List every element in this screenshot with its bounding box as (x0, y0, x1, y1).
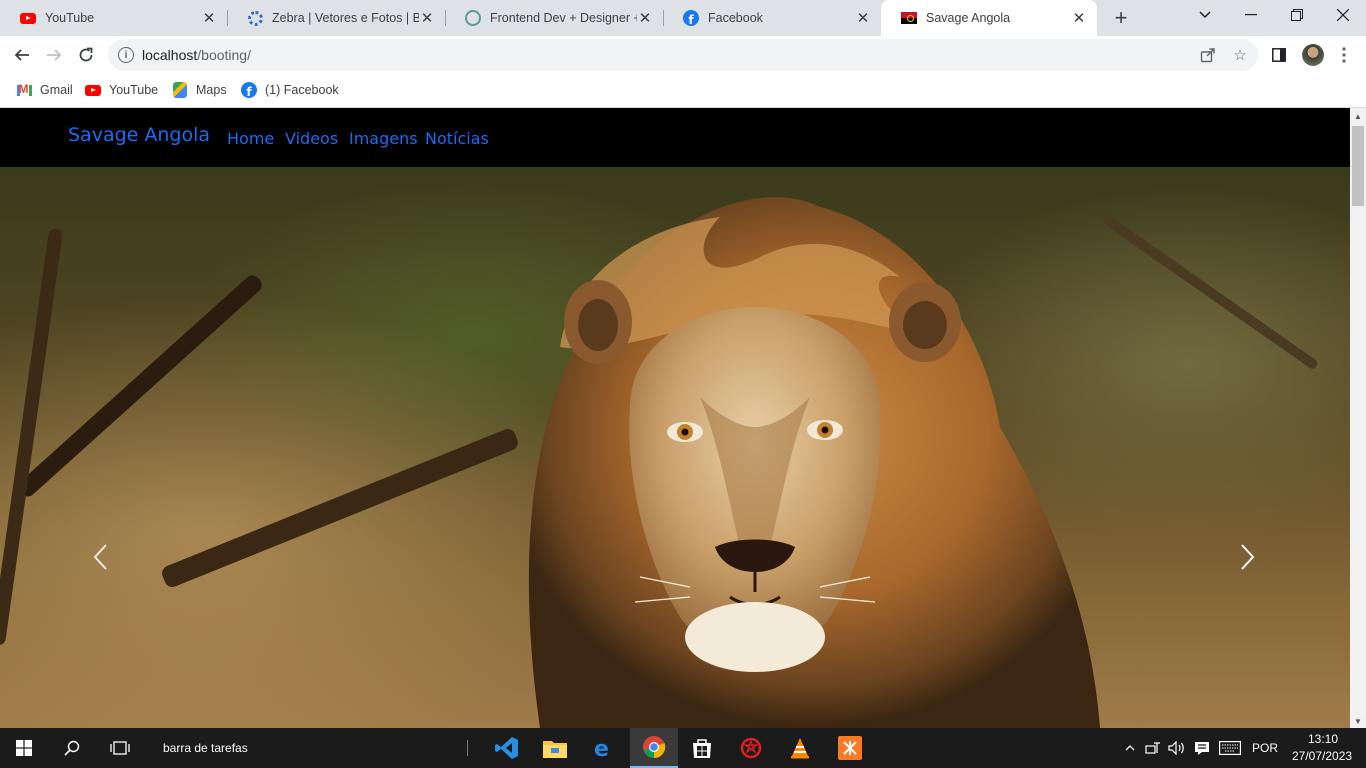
keyboard-icon[interactable] (1216, 728, 1244, 768)
close-tab-icon[interactable]: ✕ (419, 10, 435, 27)
bookmark-maps[interactable]: Maps (172, 82, 227, 98)
chatgpt-icon (465, 10, 481, 26)
carousel-next-button[interactable] (1228, 537, 1268, 577)
tab-search-chevron-icon[interactable] (1182, 0, 1228, 30)
close-tab-icon[interactable]: ✕ (855, 10, 871, 27)
chevron-left-icon (93, 544, 107, 570)
volume-icon[interactable] (1166, 728, 1188, 768)
bookmark-label: YouTube (109, 83, 159, 97)
taskbar-search-text[interactable]: barra de tarefas (163, 741, 248, 755)
network-icon[interactable] (1143, 728, 1163, 768)
edge-icon[interactable]: e (580, 728, 628, 768)
youtube-icon (85, 82, 101, 98)
side-panel-icon[interactable] (1269, 45, 1289, 65)
vlc-icon[interactable] (776, 728, 824, 768)
nav-link-videos[interactable]: Videos (285, 129, 338, 148)
nav-link-imagens[interactable]: Imagens (349, 129, 418, 148)
nav-link-home[interactable]: Home (227, 129, 274, 148)
address-bar[interactable]: i localhost/booting/ ☆ (108, 39, 1258, 71)
page-scrollbar[interactable]: ▲ ▼ (1350, 108, 1366, 728)
windows-taskbar: barra de tarefas e POR 13:10 27/07/2023 (0, 728, 1366, 768)
taskbar-divider (464, 728, 472, 768)
forward-button[interactable] (40, 41, 68, 69)
carousel-prev-button[interactable] (80, 537, 120, 577)
share-icon[interactable] (1198, 45, 1218, 65)
tab-youtube[interactable]: YouTube ✕ (0, 0, 227, 36)
notifications-icon[interactable] (1192, 728, 1212, 768)
close-tab-icon[interactable]: ✕ (1071, 10, 1087, 27)
site-brand[interactable]: Savage Angola (68, 124, 210, 146)
tab-savage-angola[interactable]: Savage Angola ✕ (881, 0, 1097, 36)
close-window-button[interactable] (1320, 0, 1366, 30)
tab-facebook[interactable]: f Facebook ✕ (663, 0, 881, 36)
close-tab-icon[interactable]: ✕ (637, 10, 653, 27)
facebook-icon: f (241, 82, 257, 98)
nav-link-noticias[interactable]: Notícias (425, 129, 489, 148)
close-tab-icon[interactable]: ✕ (201, 10, 217, 27)
tab-title: YouTube (45, 11, 95, 25)
clock-date[interactable]: 27/07/2023 (1292, 749, 1352, 763)
site-navbar: Savage Angola Home Videos Imagens Notíci… (0, 108, 1350, 167)
browser-menu-icon[interactable] (1334, 45, 1354, 65)
scroll-down-arrow-icon[interactable]: ▼ (1354, 717, 1362, 726)
svg-text:e: e (594, 737, 609, 759)
bookmark-label: Gmail (40, 83, 73, 97)
angola-flag-icon (901, 10, 917, 26)
bookmark-youtube[interactable]: YouTube (85, 82, 158, 98)
gmail-icon (16, 82, 32, 98)
bookmark-facebook[interactable]: f (1) Facebook (241, 82, 339, 98)
lion-photo (528, 197, 1100, 728)
page-viewport: Savage Angola Home Videos Imagens Notíci… (0, 108, 1350, 728)
clock-time[interactable]: 13:10 (1308, 732, 1338, 746)
tab-title: Savage Angola (926, 11, 1011, 25)
file-explorer-icon[interactable] (531, 728, 579, 768)
facebook-icon: f (683, 10, 699, 26)
back-button[interactable] (8, 41, 36, 69)
store-icon[interactable] (678, 728, 726, 768)
freepik-icon (247, 10, 263, 26)
profile-avatar[interactable] (1302, 44, 1324, 66)
chevron-right-icon (1241, 544, 1255, 570)
tab-title: Zebra | Vetores e Fotos | Baix (272, 11, 419, 25)
task-view-icon[interactable] (96, 728, 144, 768)
minimize-button[interactable] (1228, 0, 1274, 30)
language-indicator[interactable]: POR (1252, 741, 1278, 755)
browser-tab-strip: YouTube ✕ Zebra | Vetores e Fotos | Baix… (0, 0, 1366, 36)
bookmark-label: Maps (196, 83, 227, 97)
tab-title: Frontend Dev + Designer + M (490, 11, 637, 25)
site-info-icon[interactable]: i (118, 47, 134, 63)
xampp-icon[interactable] (826, 728, 874, 768)
scroll-up-arrow-icon[interactable]: ▲ (1354, 112, 1362, 121)
search-icon[interactable] (48, 728, 96, 768)
antivirus-icon[interactable] (727, 728, 775, 768)
bookmark-gmail[interactable]: Gmail (16, 82, 73, 98)
restore-button[interactable] (1274, 0, 1320, 30)
chrome-icon[interactable] (630, 728, 678, 768)
new-tab-button[interactable]: + (1108, 5, 1134, 31)
tab-title: Facebook (708, 11, 763, 25)
windows-start-icon[interactable] (0, 728, 48, 768)
hero-carousel (0, 167, 1350, 728)
bookmark-star-icon[interactable]: ☆ (1230, 45, 1250, 65)
youtube-icon (20, 10, 36, 26)
reload-button[interactable] (72, 41, 100, 69)
vscode-icon[interactable] (483, 728, 531, 768)
tray-overflow-chevron-icon[interactable] (1120, 728, 1140, 768)
tab-zebra[interactable]: Zebra | Vetores e Fotos | Baix ✕ (227, 0, 445, 36)
url-text[interactable]: localhost/booting/ (142, 47, 251, 63)
bookmark-label: (1) Facebook (265, 83, 339, 97)
maps-icon (172, 82, 188, 98)
bookmarks-bar: Gmail YouTube Maps f (1) Facebook (0, 74, 1366, 108)
browser-toolbar: i localhost/booting/ ☆ (0, 36, 1366, 74)
scrollbar-thumb[interactable] (1352, 126, 1364, 206)
tab-frontend-dev[interactable]: Frontend Dev + Designer + M ✕ (445, 0, 663, 36)
